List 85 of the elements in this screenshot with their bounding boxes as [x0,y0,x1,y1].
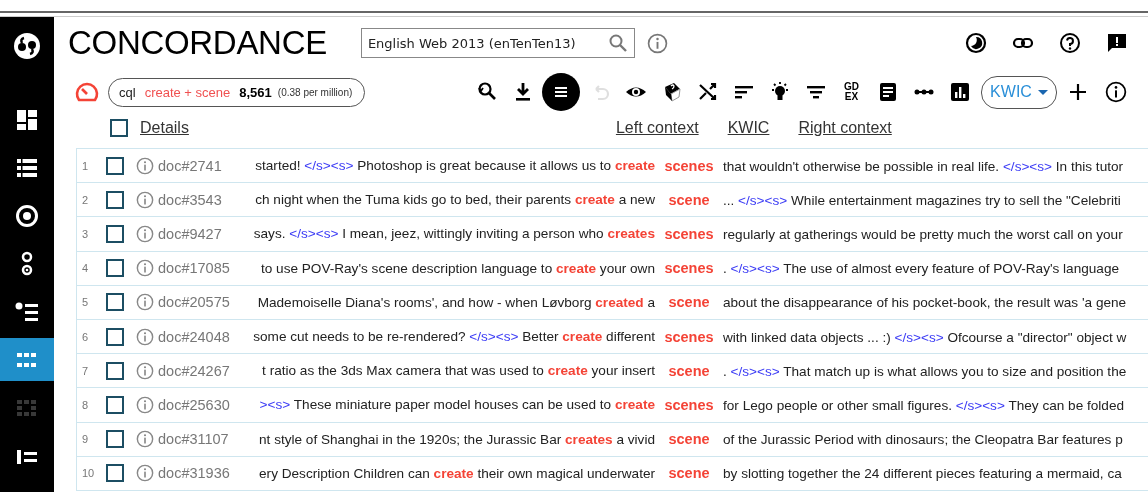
document-link[interactable]: doc#24048 [158,328,244,345]
right-context: by slotting together the 24 different pieces featuring a mermaid, ca [723,466,1122,482]
row-number: 1 [81,159,90,172]
keyword[interactable]: scene [655,294,723,311]
quote-logo-icon[interactable] [13,32,41,60]
left-context: nt style of Shanghai in the 1920s; the Jurassic Bar creates a vivid [259,431,655,447]
left-context: says. </s><s> I mean, jeez, wittingly inviting a person who creates [253,226,655,242]
row-number: 6 [81,330,90,343]
info-icon[interactable] [1105,81,1127,103]
row-checkbox[interactable] [106,464,124,483]
right-context: . </s><s> That match up is what allows you to size and position the [723,363,1127,379]
feedback-icon[interactable] [1106,32,1128,54]
left-context: t ratio as the 3ds Max camera that was used to create your insert [262,363,655,379]
keyword[interactable]: scene [655,431,723,448]
contrast-icon[interactable] [965,32,987,54]
plus-icon[interactable] [1068,82,1088,102]
row-number: 2 [81,193,90,206]
keyword[interactable]: scene [655,191,723,208]
row-checkbox[interactable] [106,259,124,278]
right-context: that wouldn't otherwise be possible in real life. </s><s> In this tutor [723,158,1124,174]
row-number: 8 [81,398,90,411]
keyword[interactable]: scenes [655,328,723,345]
corpus-selector[interactable]: English Web 2013 (enTenTen13) [360,28,635,58]
dashboard-icon[interactable] [16,108,38,131]
keyword[interactable]: scene [655,362,723,379]
kwic-link[interactable]: KWIC [727,119,770,137]
row-number: 9 [81,433,90,446]
right-context: for Lego people or other small figures. </s><s> They can be folded [723,397,1125,413]
row-checkbox[interactable] [106,190,124,209]
keyword[interactable]: scenes [655,260,723,277]
document-link[interactable]: doc#31107 [158,431,244,448]
row-number: 7 [81,364,90,377]
page-title: CONCORDANCE [68,24,327,62]
keyword[interactable]: scenes [655,157,723,174]
right-context: of the Jurassic Period with dinosaurs; the Cleopatra Bar features p [723,432,1123,448]
right-context: with linked data objects ... :) </s><s> Ofcourse a "director" object w [723,329,1127,345]
toolbar-button[interactable] [542,73,580,111]
row-number: 10 [81,467,96,480]
search-icon[interactable] [607,33,628,53]
row-checkbox[interactable] [106,361,124,380]
list-icon[interactable] [16,156,38,179]
row-checkbox[interactable] [106,395,124,414]
row-number: 5 [81,296,90,309]
row-checkbox[interactable] [106,293,124,312]
view-dropdown[interactable]: KWIC [981,75,1057,109]
speedometer-icon[interactable] [74,80,100,104]
linked-circles-icon[interactable] [19,250,35,277]
right-context: about the disappearance of his pocket-book, the result was 'a gene [723,295,1127,311]
document-link[interactable]: doc#24267 [158,362,244,379]
row-checkbox[interactable] [106,327,124,346]
toolbar-button[interactable]: GD EX [835,75,868,109]
left-context: started! </s><s> Photoshop is great because it allows us to create [255,158,655,174]
keyword[interactable]: scene [655,465,723,482]
row-checkbox[interactable] [106,156,124,175]
row-number: 4 [81,262,90,275]
details-link[interactable]: Details [140,119,189,137]
keyword[interactable]: scenes [655,396,723,413]
left-context: ch night when the Tuma kids go to bed, their parents create a new [255,192,655,208]
document-link[interactable]: doc#2741 [158,157,244,174]
document-link[interactable]: doc#3543 [158,191,244,208]
select-all-checkbox[interactable] [110,119,128,137]
right-context: regularly at gatherings would be pretty much the worst call on your [723,226,1123,242]
document-link[interactable]: doc#9427 [158,225,244,242]
target-icon[interactable] [15,203,39,228]
row-checkbox[interactable] [106,430,124,449]
left-context: some cut needs to be re-rendered? </s><s> Better create different [253,329,655,345]
left-context: ery Description Children can create their own magical underwater [259,465,655,481]
row-checkbox[interactable] [106,224,124,243]
left-context: to use POV-Ray's scene description language to create your own [260,260,655,276]
right-context: ... </s><s> While entertainment magazines try to sell the "Celebriti [723,192,1121,208]
help-icon[interactable] [1059,32,1081,54]
left-context-link[interactable]: Left context [615,119,699,137]
gdex-label: GD EX [843,82,860,102]
keyword[interactable]: scenes [655,225,723,242]
left-context: Mademoiselle Diana's rooms', and how - when Løvborg created a [257,294,655,310]
document-link[interactable]: doc#25630 [158,396,244,413]
document-link[interactable]: doc#20575 [158,294,244,311]
bullet-list-icon[interactable] [15,300,39,323]
list-lines-icon[interactable] [16,447,38,464]
document-link[interactable]: doc#31936 [158,465,244,482]
left-context: ><s> These miniature paper model houses can be used to create [259,397,655,413]
document-link[interactable]: doc#17085 [158,260,244,277]
row-number: 3 [81,227,90,240]
right-context: . </s><s> The use of almost every feature of POV-Ray's language [723,261,1120,277]
right-context-link[interactable]: Right context [798,119,892,137]
